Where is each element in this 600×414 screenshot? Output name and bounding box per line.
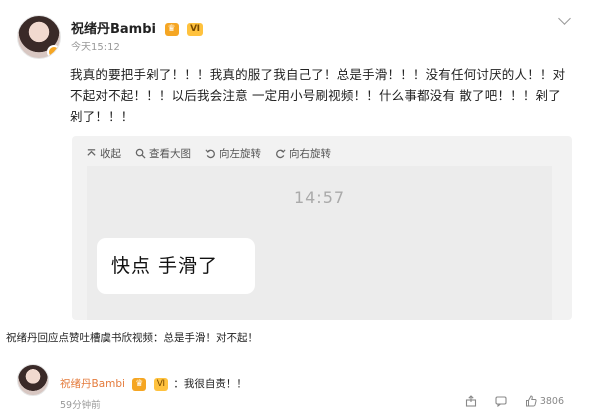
member-crown-icon: ♛ xyxy=(132,377,147,391)
share-icon[interactable] xyxy=(465,395,477,407)
rotate-right-icon xyxy=(276,149,286,159)
rotate-left-label: 向左旋转 xyxy=(219,148,261,160)
member-crown-icon: ♛ xyxy=(164,23,179,36)
vip-level-icon: Ⅵ xyxy=(153,377,169,391)
post-body-text: 我真的要把手剁了！！！我真的服了我自己了！总是手滑！！！没有任何讨厌的人！！对不… xyxy=(70,67,566,124)
reply-avatar[interactable] xyxy=(17,364,49,396)
posted-image[interactable]: 14:57 快点 手滑了 xyxy=(87,166,552,320)
reply-text: ：我很自责！！ xyxy=(173,378,247,390)
collapse-button[interactable]: 收起 xyxy=(86,146,121,161)
thumbs-up-icon xyxy=(525,395,537,407)
news-caption: 祝绪丹回应点赞吐槽虞书欣视频：总是手滑！对不起！ xyxy=(6,332,258,344)
reply-actions: 3806 xyxy=(465,395,564,407)
weibo-post-card: 祝绪丹Bambi ♛ Ⅵ 今天15:12 我真的要把手剁了！！！我真的服了我自己… xyxy=(0,0,600,320)
post-timestamp: 今天15:12 xyxy=(71,42,120,53)
search-icon xyxy=(135,148,146,159)
like-button[interactable]: 3806 xyxy=(525,395,564,407)
comment-icon[interactable] xyxy=(495,395,507,407)
rotate-right-button[interactable]: 向右旋转 xyxy=(275,146,331,161)
chat-time: 14:57 xyxy=(293,188,346,207)
like-count: 3806 xyxy=(539,395,564,407)
post-username[interactable]: 祝绪丹Bambi ♛ Ⅵ xyxy=(71,18,204,37)
image-toolbar: 收起 查看大图 向左旋转 向右旋转 xyxy=(86,146,331,161)
verified-badge-icon xyxy=(47,45,60,58)
rotate-left-button[interactable]: 向左旋转 xyxy=(205,146,261,161)
chevron-down-icon[interactable] xyxy=(558,12,571,25)
reply-username[interactable]: 祝绪丹Bambi xyxy=(60,378,125,390)
collapse-label: 收起 xyxy=(100,148,121,160)
rotate-right-label: 向右旋转 xyxy=(289,148,331,160)
view-large-label: 查看大图 xyxy=(149,148,191,160)
username-text[interactable]: 祝绪丹Bambi xyxy=(71,22,156,37)
rotate-left-icon xyxy=(205,149,215,159)
reply-time: 59分钟前 xyxy=(60,400,101,411)
vip-level-icon: Ⅵ xyxy=(187,23,204,36)
image-viewer: 收起 查看大图 向左旋转 向右旋转 14:57 快点 手滑了 xyxy=(72,136,572,320)
collapse-icon xyxy=(87,149,96,156)
view-large-button[interactable]: 查看大图 xyxy=(135,146,191,161)
reply-line: 祝绪丹Bambi ♛ Ⅵ ：我很自责！！ xyxy=(60,376,247,391)
chat-bubble: 快点 手滑了 xyxy=(97,238,255,294)
reply-item: 祝绪丹Bambi ♛ Ⅵ ：我很自责！！ 59分钟前 3806 xyxy=(0,355,600,414)
user-avatar[interactable] xyxy=(17,15,61,59)
